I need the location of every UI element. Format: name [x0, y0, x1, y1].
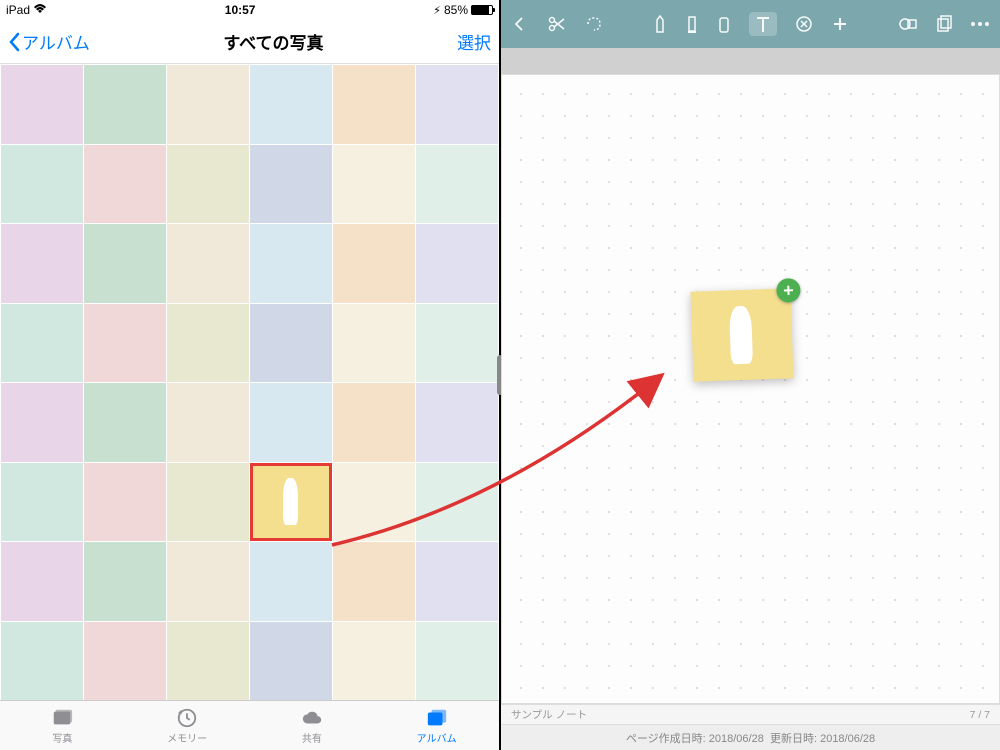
tab-memories[interactable]: メモリー: [125, 701, 250, 750]
photo-grid[interactable]: [0, 64, 499, 700]
photo-thumb[interactable]: [167, 145, 249, 224]
photo-thumb[interactable]: [250, 542, 332, 621]
photos-pane: iPad 10:57 ⚡︎ 85% アルバム すべての写真 選択: [0, 0, 499, 750]
more-icon[interactable]: [970, 21, 990, 27]
dropped-image[interactable]: +: [690, 288, 793, 381]
status-bar: iPad 10:57 ⚡︎ 85%: [0, 0, 499, 20]
shape-icon[interactable]: [898, 15, 918, 33]
device-label: iPad: [6, 3, 30, 17]
text-tool-icon[interactable]: [749, 12, 777, 36]
tab-label: 共有: [302, 730, 322, 745]
photo-thumb[interactable]: [416, 224, 498, 303]
photo-thumb[interactable]: [333, 463, 415, 542]
photo-thumb[interactable]: [250, 383, 332, 462]
photo-thumb[interactable]: [1, 224, 83, 303]
photos-navbar: アルバム すべての写真 選択: [0, 20, 499, 64]
photo-thumb[interactable]: [250, 145, 332, 224]
clear-icon[interactable]: [795, 15, 813, 33]
pen-icon[interactable]: [653, 14, 667, 34]
photo-thumb[interactable]: [250, 622, 332, 701]
note-toolbar: [501, 0, 1000, 48]
back-button[interactable]: アルバム: [8, 29, 90, 54]
back-icon[interactable]: [511, 15, 529, 33]
photo-thumb[interactable]: [84, 383, 166, 462]
scissors-icon[interactable]: [547, 15, 567, 33]
photo-thumb-selected[interactable]: [250, 463, 332, 542]
photo-thumb[interactable]: [416, 542, 498, 621]
battery-icon: [471, 5, 493, 15]
select-button[interactable]: 選択: [457, 29, 491, 54]
photo-thumb[interactable]: [250, 65, 332, 144]
photo-thumb[interactable]: [416, 65, 498, 144]
note-meta: ページ作成日時: 2018/06/28 更新日時: 2018/06/28: [501, 724, 1000, 750]
status-time: 10:57: [225, 3, 256, 17]
photo-thumb[interactable]: [416, 622, 498, 701]
note-subtoolbar: [501, 48, 1000, 74]
photo-thumb[interactable]: [1, 304, 83, 383]
photo-thumb[interactable]: [333, 145, 415, 224]
photo-thumb[interactable]: [416, 463, 498, 542]
photo-thumb[interactable]: [1, 383, 83, 462]
battery-pct: 85%: [444, 3, 468, 17]
photo-thumb[interactable]: [167, 224, 249, 303]
photo-thumb[interactable]: [167, 304, 249, 383]
photo-thumb[interactable]: [416, 304, 498, 383]
photo-thumb[interactable]: [84, 145, 166, 224]
note-title: サンプル ノート: [511, 707, 587, 722]
highlighter-icon[interactable]: [685, 14, 699, 34]
photo-thumb[interactable]: [333, 65, 415, 144]
photos-tab-icon: [50, 707, 74, 729]
photo-thumb[interactable]: [250, 304, 332, 383]
photo-thumb[interactable]: [1, 622, 83, 701]
photo-thumb[interactable]: [333, 224, 415, 303]
photo-thumb[interactable]: [167, 542, 249, 621]
tab-albums[interactable]: アルバム: [374, 701, 499, 750]
albums-tab-icon: [425, 707, 449, 729]
photo-thumb[interactable]: [84, 304, 166, 383]
photo-thumb[interactable]: [1, 542, 83, 621]
page-indicator: 7 / 7: [970, 709, 990, 721]
photo-thumb[interactable]: [1, 463, 83, 542]
eraser-icon[interactable]: [717, 14, 731, 34]
photo-thumb[interactable]: [333, 304, 415, 383]
tab-label: 写真: [52, 730, 72, 745]
photo-thumb[interactable]: [167, 622, 249, 701]
photo-thumb[interactable]: [333, 383, 415, 462]
note-footer: サンプル ノート 7 / 7: [501, 704, 1000, 724]
tab-bar: 写真 メモリー 共有 アルバム: [0, 700, 499, 750]
memories-tab-icon: [175, 707, 199, 729]
page-title: すべての写真: [223, 29, 323, 54]
photo-thumb[interactable]: [333, 622, 415, 701]
tab-shared[interactable]: 共有: [250, 701, 375, 750]
photo-thumb[interactable]: [167, 463, 249, 542]
charging-icon: ⚡︎: [433, 4, 441, 17]
note-canvas[interactable]: +: [501, 74, 1000, 704]
lasso-icon[interactable]: [585, 15, 603, 33]
pages-icon[interactable]: [936, 15, 952, 33]
wifi-icon: [33, 3, 47, 17]
add-badge: +: [776, 278, 801, 303]
photo-thumb[interactable]: [84, 224, 166, 303]
photo-thumb[interactable]: [84, 463, 166, 542]
add-icon[interactable]: [831, 15, 849, 33]
photo-thumb[interactable]: [416, 145, 498, 224]
photo-thumb[interactable]: [167, 65, 249, 144]
photo-thumb[interactable]: [333, 542, 415, 621]
tab-photos[interactable]: 写真: [0, 701, 125, 750]
photo-thumb[interactable]: [84, 65, 166, 144]
photo-thumb[interactable]: [84, 622, 166, 701]
photo-thumb[interactable]: [167, 383, 249, 462]
cloud-tab-icon: [300, 707, 324, 729]
chevron-left-icon: [8, 32, 20, 52]
photo-thumb[interactable]: [84, 542, 166, 621]
photo-thumb[interactable]: [1, 65, 83, 144]
meta-text: ページ作成日時: 2018/06/28 更新日時: 2018/06/28: [626, 730, 875, 746]
note-pane: + サンプル ノート 7 / 7 ページ作成日時: 2018/06/28 更新日…: [501, 0, 1000, 750]
photo-thumb[interactable]: [1, 145, 83, 224]
tab-label: アルバム: [417, 730, 457, 745]
back-label: アルバム: [22, 29, 90, 54]
tab-label: メモリー: [167, 730, 207, 745]
photo-thumb[interactable]: [250, 224, 332, 303]
photo-thumb[interactable]: [416, 383, 498, 462]
